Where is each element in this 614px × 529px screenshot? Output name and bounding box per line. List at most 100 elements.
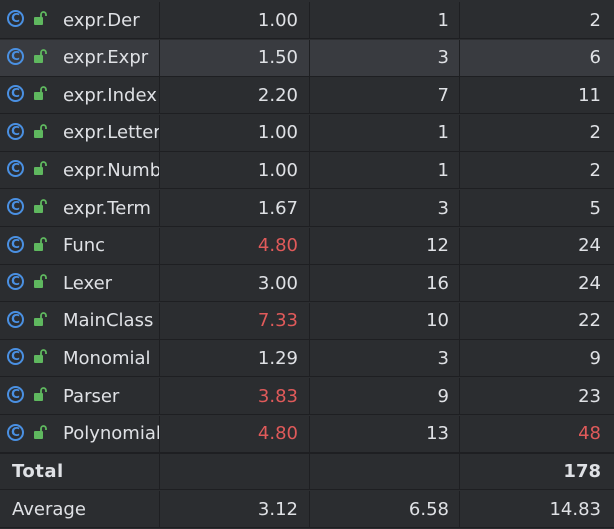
average-v3-cell: 14.83: [549, 498, 601, 520]
metric-1-cell: 1.67: [160, 190, 310, 226]
metric-2-cell: 12: [310, 227, 460, 264]
metric-1-cell: 3.00: [160, 265, 310, 302]
table-row[interactable]: C Parser 3.83 9 23: [0, 378, 614, 415]
unlocked-lock-icon: [34, 311, 47, 326]
metric-1-cell: 4.80: [160, 227, 310, 264]
unlocked-lock-icon: [34, 274, 47, 289]
unlocked-lock-icon: [34, 424, 47, 439]
class-icon: C: [7, 235, 24, 253]
class-name: Lexer: [63, 272, 113, 294]
metric-3-cell: 2: [589, 122, 601, 144]
class-name-cell: C MainClass: [0, 302, 160, 339]
average-v2-cell: 6.58: [310, 491, 460, 527]
class-name-cell: C expr.Index: [0, 77, 160, 114]
table-row[interactable]: C Lexer 3.00 16 24: [0, 265, 614, 303]
metric-2-cell: 1: [310, 152, 460, 189]
class-name-cell: C Func: [0, 227, 160, 264]
metric-3-cell: 11: [578, 84, 601, 106]
metric-2-cell: 7: [310, 77, 460, 114]
unlocked-lock-icon: [34, 236, 47, 251]
metric-3-cell: 23: [578, 385, 601, 407]
table-row[interactable]: C Func 4.80 12 24: [0, 227, 614, 265]
total-label: Total: [12, 461, 64, 482]
table-row[interactable]: C expr.Der 1.00 1 2: [0, 2, 614, 39]
metric-1-cell: 1.29: [160, 340, 310, 377]
total-row[interactable]: Total 178: [0, 453, 614, 490]
class-icon: C: [7, 160, 24, 178]
table-row[interactable]: C expr.Number 1.00 1 2: [0, 152, 614, 190]
class-name: expr.Der: [63, 9, 140, 31]
metric-2-cell: 13: [310, 415, 460, 452]
average-row[interactable]: Average 3.12 6.58 14.83: [0, 491, 614, 528]
class-name: expr.Number: [63, 159, 160, 181]
class-icon: C: [7, 122, 24, 140]
metric-3-cell: 2: [589, 9, 601, 31]
metric-3-cell: 9: [589, 347, 601, 369]
table-row[interactable]: C expr.Letter 1.00 1 2: [0, 114, 614, 152]
class-icon: C: [7, 348, 24, 366]
metrics-table: C expr.Der 1.00 1 2 C expr.Expr 1.50 3 6…: [0, 0, 614, 529]
class-name-cell: C expr.Term: [0, 190, 160, 226]
metric-3-cell: 24: [578, 272, 601, 294]
unlocked-lock-icon: [34, 199, 47, 213]
class-name: Func: [63, 235, 106, 257]
metric-2-cell: 10: [310, 302, 460, 339]
table-row[interactable]: C expr.Index 2.20 7 11: [0, 77, 614, 115]
class-name: expr.Expr: [63, 47, 149, 69]
class-name-cell: C expr.Der: [0, 2, 160, 38]
class-name-cell: C expr.Letter: [0, 114, 160, 151]
metric-2-cell: 1: [310, 114, 460, 151]
class-icon: C: [7, 386, 24, 403]
metric-2-cell: 9: [310, 378, 460, 414]
unlocked-lock-icon: [34, 123, 47, 138]
class-name-cell: C Polynomial: [0, 415, 160, 452]
class-icon: C: [7, 85, 24, 103]
metric-1-cell: 1.50: [160, 39, 310, 76]
class-name: Parser: [63, 385, 120, 407]
metric-3-cell: 48: [578, 423, 601, 445]
class-icon: C: [7, 10, 24, 27]
metric-3-cell: 5: [589, 197, 601, 219]
metric-2-cell: 3: [310, 190, 460, 226]
class-icon: C: [7, 310, 24, 328]
metric-2-cell: 3: [310, 39, 460, 76]
class-name-cell: C Lexer: [0, 265, 160, 302]
table-row[interactable]: C expr.Expr 1.50 3 6: [0, 39, 614, 77]
metric-2-cell: 1: [310, 2, 460, 38]
class-name: Monomial: [63, 347, 151, 369]
class-name: expr.Letter: [63, 122, 160, 144]
class-name: Polynomial: [63, 423, 160, 445]
class-icon: C: [7, 273, 24, 291]
class-name-cell: C expr.Expr: [0, 39, 160, 76]
total-v2-cell: [310, 454, 460, 489]
metric-3-cell: 24: [578, 235, 601, 257]
class-name: expr.Term: [63, 197, 151, 219]
metric-3-cell: 6: [589, 47, 601, 69]
average-label: Average: [12, 498, 86, 520]
metric-1-cell: 1.00: [160, 2, 310, 38]
table-row[interactable]: C MainClass 7.33 10 22: [0, 302, 614, 340]
unlocked-lock-icon: [34, 11, 47, 25]
metric-1-cell: 1.00: [160, 152, 310, 189]
total-v1-cell: [160, 454, 310, 489]
metric-1-cell: 4.80: [160, 415, 310, 452]
table-row[interactable]: C Polynomial 4.80 13 48: [0, 415, 614, 453]
class-icon: C: [7, 198, 24, 215]
class-name-cell: C expr.Number: [0, 152, 160, 189]
unlocked-lock-icon: [34, 387, 47, 401]
class-name: expr.Index: [63, 84, 157, 106]
total-v3-cell: 178: [563, 461, 601, 482]
total-label-cell: Total: [0, 454, 160, 489]
metric-2-cell: 3: [310, 340, 460, 377]
class-icon: C: [7, 47, 24, 65]
metric-1-cell: 1.00: [160, 114, 310, 151]
table-row[interactable]: C Monomial 1.29 3 9: [0, 340, 614, 378]
metric-1-cell: 7.33: [160, 302, 310, 339]
average-v1-cell: 3.12: [160, 491, 310, 527]
metric-2-cell: 16: [310, 265, 460, 302]
metric-3-cell: 2: [589, 159, 601, 181]
unlocked-lock-icon: [34, 48, 47, 63]
table-row[interactable]: C expr.Term 1.67 3 5: [0, 190, 614, 227]
class-name-cell: C Monomial: [0, 340, 160, 377]
class-icon: C: [7, 423, 24, 441]
